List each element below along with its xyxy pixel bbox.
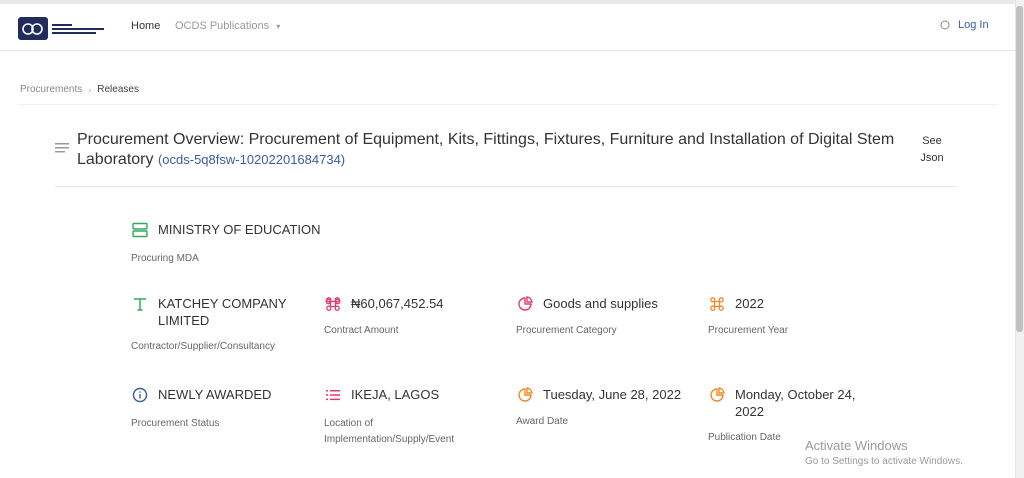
info-icon (131, 386, 149, 404)
detail-procurement-category: Goods and supplies Procurement Category (516, 295, 696, 339)
navbar: Home OCDS Publications ▾ Log In (0, 4, 1015, 51)
logo-mark-icon (18, 17, 48, 40)
user-circle-icon (940, 20, 950, 30)
nav-home-link[interactable]: Home (131, 20, 160, 32)
ocid-text: (ocds-5q8fsw-10202201684734) (157, 152, 346, 167)
page: Home OCDS Publications ▾ Log In Procurem… (0, 0, 1024, 478)
breadcrumb-releases: Releases (97, 84, 139, 95)
pie-chart-icon (516, 386, 534, 404)
breadcrumb: Procurements › Releases (20, 84, 139, 95)
detail-value: KATCHEY COMPANY LIMITED (158, 296, 287, 328)
login-button[interactable]: Log In (940, 19, 989, 31)
logo-wordmark (52, 23, 104, 34)
detail-procurement-year: 2022 Procurement Year (708, 295, 888, 339)
vertical-scrollbar[interactable] (1015, 0, 1024, 478)
hamburger-menu-icon[interactable] (55, 143, 69, 153)
server-icon (131, 221, 149, 239)
divider (55, 186, 957, 187)
login-label: Log In (958, 19, 989, 31)
detail-label: Contractor/Supplier/Consultancy (131, 341, 275, 352)
breadcrumb-separator-icon: › (88, 84, 92, 95)
detail-location: IKEJA, LAGOS Location of Implementation/… (324, 386, 504, 448)
chevron-down-icon: ▾ (276, 22, 281, 31)
detail-label: Procurement Category (516, 325, 617, 336)
detail-label: Procurement Year (708, 325, 789, 336)
pie-chart-icon (708, 386, 726, 404)
detail-value: IKEJA, LAGOS (351, 387, 440, 402)
see-json-button[interactable]: See Json (912, 133, 952, 167)
scrollbar-thumb[interactable] (1016, 6, 1023, 332)
divider (18, 104, 998, 105)
page-title: Procurement Overview: Procurement of Equ… (77, 130, 907, 170)
detail-procuring-mda: MINISTRY OF EDUCATION Procuring MDA (131, 221, 391, 267)
detail-award-date: Tuesday, June 28, 2022 Award Date (516, 386, 691, 430)
detail-contractor: KATCHEY COMPANY LIMITED Contractor/Suppl… (131, 295, 311, 355)
command-icon (324, 295, 342, 313)
detail-value: ₦60,067,452.54 (351, 296, 444, 311)
windows-activation-watermark: Activate Windows Go to Settings to activ… (805, 438, 963, 467)
detail-procurement-status: NEWLY AWARDED Procurement Status (131, 386, 311, 432)
list-icon (324, 386, 342, 404)
watermark-subtitle: Go to Settings to activate Windows. (805, 456, 963, 467)
agency-logo[interactable] (18, 17, 106, 40)
detail-value: NEWLY AWARDED (158, 387, 272, 402)
detail-publication-date: Monday, October 24, 2022 Publication Dat… (708, 386, 888, 446)
detail-value: Monday, October 24, 2022 (735, 387, 856, 419)
detail-label: Procuring MDA (131, 253, 199, 264)
nav-ocds-publications-dropdown[interactable]: OCDS Publications ▾ (175, 20, 280, 32)
detail-label: Award Date (516, 416, 569, 427)
detail-label: Contract Amount (324, 325, 399, 336)
detail-value: Tuesday, June 28, 2022 (543, 387, 682, 402)
nav-ocds-label: OCDS Publications (175, 20, 270, 32)
detail-contract-amount: ₦60,067,452.54 Contract Amount (324, 295, 504, 339)
text-t-icon (131, 295, 149, 313)
pie-chart-icon (516, 295, 534, 313)
detail-label: Location of Implementation/Supply/Event (324, 418, 455, 445)
watermark-title: Activate Windows (805, 438, 908, 453)
detail-label: Procurement Status (131, 418, 220, 429)
detail-value: MINISTRY OF EDUCATION (158, 222, 321, 237)
breadcrumb-procurements[interactable]: Procurements (20, 84, 82, 95)
detail-value: 2022 (735, 296, 764, 311)
detail-value: Goods and supplies (543, 296, 658, 311)
command-icon (708, 295, 726, 313)
